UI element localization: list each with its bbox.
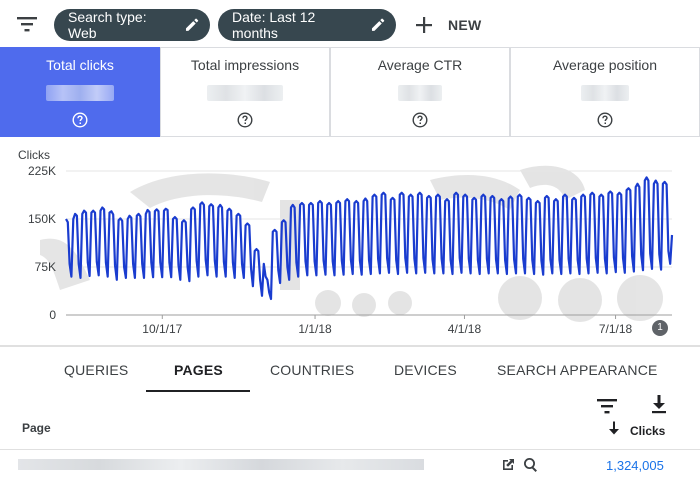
x-tick-labels: 10/1/17 1/1/18 4/1/18 7/1/18 (142, 315, 633, 336)
tab-pages[interactable]: PAGES (174, 362, 223, 378)
plus-icon (416, 17, 432, 33)
watermark-shapes (40, 165, 663, 322)
metric-card-average-position[interactable]: Average position (510, 47, 700, 137)
active-tab-indicator (146, 390, 250, 392)
filter-bar: Search type: Web Date: Last 12 months NE… (0, 0, 700, 48)
search-icon[interactable] (523, 457, 539, 473)
metric-title: Total impressions (190, 57, 300, 73)
metric-value-redacted (581, 85, 629, 101)
new-filter-button[interactable]: NEW (414, 12, 482, 38)
search-type-label: Search type: Web (68, 9, 147, 41)
help-icon[interactable] (72, 112, 88, 128)
search-type-chip[interactable]: Search type: Web (54, 9, 210, 41)
y-tick-label: 75K (35, 260, 56, 274)
metric-title: Average position (552, 57, 658, 73)
metric-card-total-clicks[interactable]: Total clicks (0, 47, 160, 137)
table-row[interactable]: 1,324,005 (0, 451, 700, 481)
download-icon[interactable] (650, 394, 668, 414)
metric-card-average-ctr[interactable]: Average CTR (330, 47, 510, 137)
metric-value-redacted (207, 85, 283, 101)
date-range-label: Date: Last 12 months (232, 9, 316, 41)
help-icon[interactable] (412, 112, 428, 128)
metric-title: Total clicks (46, 57, 114, 73)
metric-value-redacted (398, 85, 442, 101)
x-tick-label: 7/1/18 (599, 322, 633, 336)
tab-search-appearance[interactable]: SEARCH APPEARANCE (497, 362, 658, 378)
metric-title: Average CTR (377, 57, 463, 73)
tab-queries[interactable]: QUERIES (64, 362, 128, 378)
new-filter-label: NEW (448, 17, 482, 33)
filter-icon[interactable] (16, 14, 38, 34)
chart-canvas: 0 75K 150K 225K 10/1/17 1/1/18 4/1/18 7/1/18 (28, 164, 674, 336)
y-tick-label: 150K (28, 212, 56, 226)
x-tick-label: 10/1/17 (142, 322, 182, 336)
page-url-redacted (18, 459, 424, 470)
metric-card-total-impressions[interactable]: Total impressions (160, 47, 330, 137)
section-divider (0, 345, 700, 347)
date-range-chip[interactable]: Date: Last 12 months (218, 9, 396, 41)
column-header-page[interactable]: Page (22, 421, 51, 435)
filter-icon[interactable] (596, 396, 618, 416)
arrow-down-icon[interactable] (608, 421, 620, 435)
metric-value-redacted (46, 85, 114, 101)
dimension-tabs: QUERIES PAGES COUNTRIES DEVICES SEARCH A… (0, 350, 700, 392)
clicks-chart: Clicks 0 75K 150K 225K 10/1/17 1/1/18 4/1/18 7… (0, 140, 700, 340)
header-row-divider (0, 449, 700, 450)
x-tick-label: 1/1/18 (298, 322, 332, 336)
column-header-clicks[interactable]: Clicks (630, 424, 665, 438)
pencil-icon (186, 18, 199, 31)
help-icon[interactable] (597, 112, 613, 128)
x-tick-label: 4/1/18 (448, 322, 482, 336)
tab-countries[interactable]: COUNTRIES (270, 362, 354, 378)
annotation-badge[interactable]: 1 (652, 320, 668, 336)
open-in-new-icon[interactable] (500, 457, 516, 473)
tab-devices[interactable]: DEVICES (394, 362, 457, 378)
y-tick-label: 225K (28, 164, 56, 178)
help-icon[interactable] (237, 112, 253, 128)
metric-cards: Total clicks Total impressions Average C… (0, 47, 700, 137)
row-clicks-value: 1,324,005 (606, 458, 664, 473)
pencil-icon (372, 18, 385, 31)
y-tick-label: 0 (49, 308, 56, 322)
